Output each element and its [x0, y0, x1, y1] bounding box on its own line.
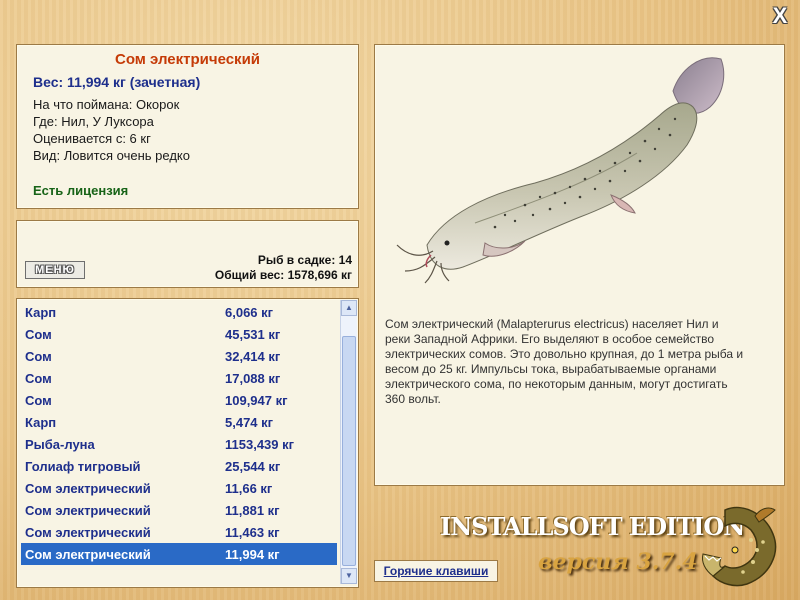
fish-bait: На что поймана: Окорок [33, 97, 180, 112]
catch-row[interactable]: Карп 6,066 кг [21, 301, 337, 323]
menu-button[interactable]: МЕНЮ [25, 261, 85, 279]
catch-fish-name: Сом электрический [25, 524, 151, 540]
catch-fish-weight: 6,066 кг [225, 304, 274, 320]
pike-logo-icon [702, 506, 777, 587]
catch-row[interactable]: Голиаф тигровый 25,544 кг [21, 455, 337, 477]
catch-fish-weight: 11,66 кг [225, 480, 273, 496]
catch-fish-weight: 11,881 кг [225, 502, 280, 518]
catch-row[interactable]: Сом 17,088 кг [21, 367, 337, 389]
close-button[interactable]: X [770, 5, 790, 27]
catch-fish-weight: 11,463 кг [225, 524, 280, 540]
catch-row[interactable]: Сом электрический 11,463 кг [21, 521, 337, 543]
fish-name: Сом электрический [114, 51, 261, 68]
catch-fish-weight: 32,414 кг [225, 348, 281, 364]
catch-fish-weight: 45,531 кг [225, 326, 281, 342]
catch-row[interactable]: Карп 5,474 кг [21, 411, 337, 433]
catch-fish-name: Сом электрический [25, 546, 151, 562]
catch-list-panel: Карп 6,066 кг Сом 45,531 кг Сом 32,414 кг Сом 1… [16, 298, 359, 588]
catch-row[interactable]: Сом электрический 11,66 кг [21, 477, 337, 499]
catch-fish-name: Голиаф тигровый [25, 458, 141, 474]
catch-fish-name: Сом электрический [25, 502, 151, 518]
version-text: версия 3.7.4 [538, 549, 698, 575]
hotkeys-label: Горячие клавиши [383, 564, 489, 578]
catch-row[interactable]: Сом 32,414 кг [21, 345, 337, 367]
catch-fish-name: Сом [25, 326, 52, 342]
cage-summary-panel: МЕНЮ Рыб в садке: 14 Общий вес: 1578,696… [16, 220, 359, 288]
fish-info-panel: Сом электрический Вес: 11,994 кг (зачетн… [16, 44, 359, 209]
catch-fish-weight: 25,544 кг [225, 458, 281, 474]
catch-fish-name: Сом [25, 370, 52, 386]
license-status: Есть лицензия [33, 183, 129, 198]
catch-fish-weight: 1153,439 кг [225, 436, 295, 452]
catch-fish-name: Сом [25, 392, 52, 408]
catch-row[interactable]: Сом 45,531 кг [21, 323, 337, 345]
catch-list: Карп 6,066 кг Сом 45,531 кг Сом 32,414 кг Сом 1… [21, 301, 337, 565]
catch-row[interactable]: Сом электрический 11,994 кг [21, 543, 337, 565]
hotkeys-button[interactable]: Горячие клавиши [374, 560, 498, 582]
catch-fish-name: Сом электрический [25, 480, 151, 496]
cage-fish-count: Рыб в садке: 14 [257, 253, 352, 267]
catch-fish-weight: 17,088 кг [225, 370, 281, 386]
scroll-thumb[interactable] [342, 336, 356, 566]
fish-weight: Вес: 11,994 кг (зачетная) [33, 74, 201, 90]
scroll-down-button[interactable]: ▼ [341, 568, 357, 584]
cage-total-weight: Общий вес: 1578,696 кг [214, 268, 352, 282]
fish-details-panel: Сом электрический (Malapterurus electric… [374, 44, 785, 486]
fish-rarity: Вид: Ловится очень редко [33, 148, 190, 163]
catch-fish-name: Карп [25, 414, 57, 430]
fish-rated-from: Оценивается с: 6 кг [33, 131, 151, 146]
scroll-up-button[interactable]: ▲ [341, 300, 357, 316]
catfish-image [396, 57, 725, 284]
fish-description: Сом электрический (Malapterurus electric… [385, 317, 744, 406]
catch-fish-name: Сом [25, 348, 52, 364]
fish-location: Где: Нил, У Луксора [33, 114, 154, 129]
scrollbar[interactable]: ▲ ▼ [340, 300, 357, 584]
catch-row[interactable]: Сом электрический 11,881 кг [21, 499, 337, 521]
catch-fish-weight: 11,994 кг [225, 546, 280, 562]
catch-row[interactable]: Рыба-луна 1153,439 кг [21, 433, 337, 455]
catch-fish-weight: 5,474 кг [225, 414, 274, 430]
catch-row[interactable]: Сом 109,947 кг [21, 389, 337, 411]
catch-fish-name: Рыба-луна [25, 436, 95, 452]
catch-fish-weight: 109,947 кг [225, 392, 288, 408]
catch-fish-name: Карп [25, 304, 57, 320]
